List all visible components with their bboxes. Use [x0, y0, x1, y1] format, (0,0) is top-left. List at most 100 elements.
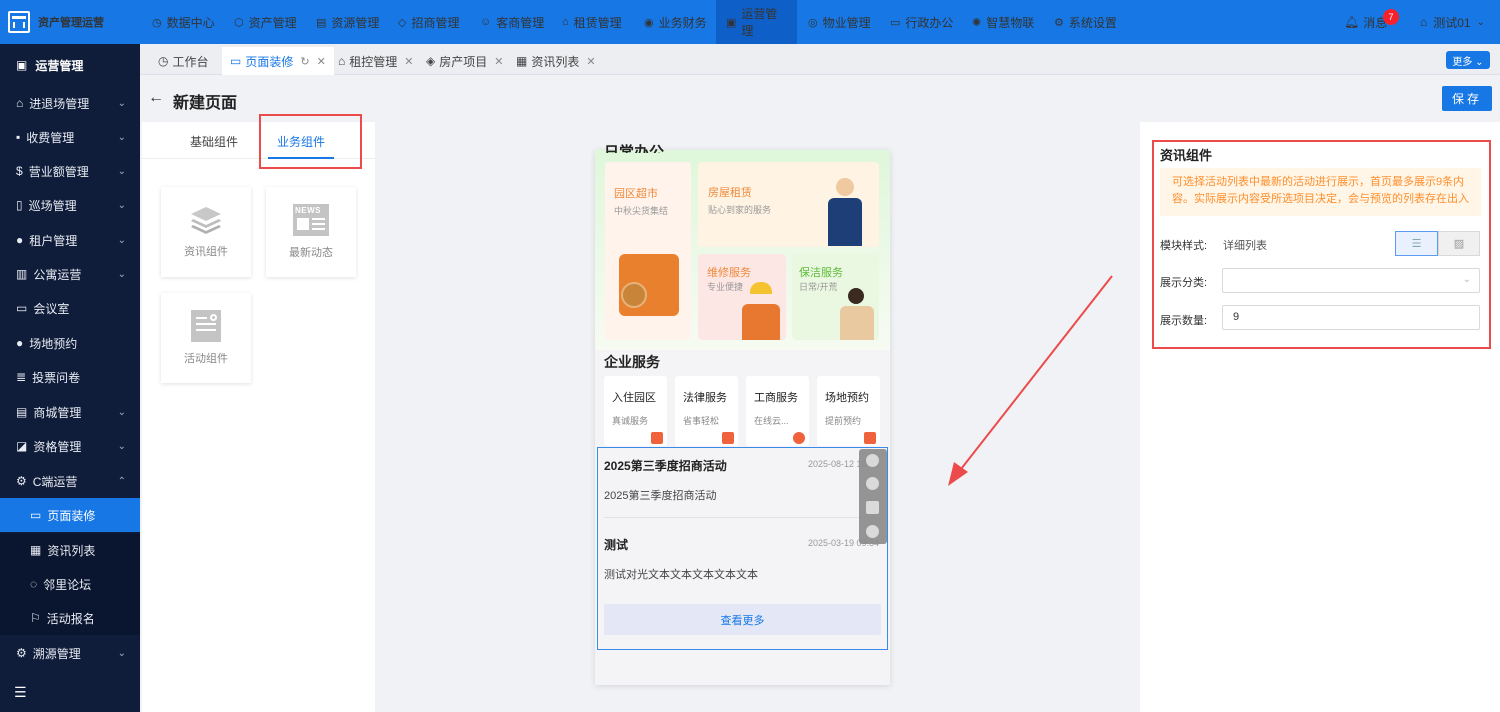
tab-basic-components[interactable]: 基础组件: [172, 133, 256, 150]
close-icon[interactable]: ✕: [586, 55, 595, 68]
style-value: 详细列表: [1223, 240, 1267, 252]
chevron-icon: ⌄: [117, 440, 126, 452]
user-menu[interactable]: ⌂ 测试01 ⌄: [1420, 0, 1485, 44]
sidebar-item-mall[interactable]: ▤ 商城管理 ⌄: [0, 395, 140, 429]
category-select[interactable]: ⌄: [1222, 268, 1480, 293]
users-icon: ☺: [480, 16, 492, 28]
sidebar-item-tenant[interactable]: ● 租户管理 ⌄: [0, 223, 140, 257]
page-icon: ▭: [30, 508, 42, 522]
section-title-office: 日常办公: [604, 144, 665, 153]
chevron-icon: ⌄: [117, 406, 126, 418]
document-icon: [651, 432, 663, 444]
refresh-icon[interactable]: ↻: [300, 55, 309, 68]
style-option-detailed-list[interactable]: ☰: [1395, 231, 1438, 256]
chart-icon: ▣: [726, 16, 737, 29]
style-label: 模块样式:: [1160, 240, 1208, 252]
style-option-card[interactable]: ▨: [1438, 231, 1480, 256]
service-card-legal[interactable]: 法律服务 省事轻松: [675, 376, 738, 446]
tab-property-project[interactable]: ◈ 房产项目 ✕: [418, 47, 511, 75]
image-icon: ▨: [1453, 238, 1465, 250]
sidebar-item-c-operation[interactable]: ⚙ C端运营 ⌃: [0, 464, 140, 498]
sidebar-item-meeting-room[interactable]: ▭ 会议室: [0, 291, 140, 325]
sidebar-subitem-forum[interactable]: ◌ 邻里论坛: [0, 567, 140, 601]
count-input[interactable]: 9: [1222, 305, 1480, 330]
topnav-item-lease[interactable]: ⌂ 租赁管理: [552, 0, 632, 44]
move-up-icon[interactable]: [866, 454, 879, 467]
close-icon[interactable]: ✕: [494, 55, 503, 68]
tile-supermarket[interactable]: 园区超市 中秋尖货集结: [605, 162, 691, 340]
move-down-icon[interactable]: [866, 477, 879, 490]
sidebar-subitem-page-decoration[interactable]: ▭ 页面装修: [0, 498, 140, 532]
monitor-icon: ▭: [890, 16, 901, 29]
view-more-button[interactable]: 查看更多: [604, 604, 881, 635]
component-card-activity[interactable]: 活动组件: [161, 293, 251, 383]
sidebar-item-vote[interactable]: ≣ 投票问卷: [0, 360, 140, 394]
app-logo[interactable]: 资产管理运营: [8, 8, 140, 36]
topnav-item-operation[interactable]: ▣ 运营管理: [716, 0, 797, 44]
component-card-news[interactable]: 资讯组件: [161, 187, 251, 277]
topnav-item-resource[interactable]: ▤ 资源管理: [306, 0, 389, 44]
map-icon: ▯: [16, 198, 23, 212]
user-bank-icon: ⌂: [1420, 15, 1428, 29]
calendar-icon: [864, 432, 876, 444]
tab-rent-control[interactable]: ⌂ 租控管理 ✕: [330, 47, 421, 75]
topnav-item-data-center[interactable]: ◷ 数据中心: [142, 0, 225, 44]
sidebar-item-qualification[interactable]: ◪ 资格管理 ⌄: [0, 429, 140, 463]
tab-news-list[interactable]: ▦ 资讯列表 ✕: [508, 47, 604, 75]
close-icon[interactable]: ✕: [404, 55, 413, 68]
sidebar-item-apartment[interactable]: ▥ 公寓运营 ⌄: [0, 257, 140, 291]
save-button[interactable]: 保存: [1442, 86, 1492, 111]
section-title-enterprise: 企业服务: [604, 354, 660, 370]
messages-button[interactable]: 🔔︎ 消息: [1344, 0, 1387, 44]
chevron-icon: ⌄: [117, 131, 126, 143]
collapse-menu-icon[interactable]: ☰: [14, 684, 27, 701]
copy-icon[interactable]: [866, 501, 879, 514]
close-icon[interactable]: ✕: [317, 55, 326, 68]
chevron-icon: ⌄: [117, 647, 126, 659]
tile-rental[interactable]: 房屋租赁 贴心到家的服务: [698, 162, 879, 247]
iot-icon: ✺: [972, 16, 982, 29]
layers-icon: ◈: [426, 54, 436, 68]
chevron-icon: ⌄: [117, 199, 126, 211]
tab-workbench[interactable]: ◷ 工作台: [150, 47, 217, 75]
back-arrow-icon[interactable]: ←: [148, 89, 164, 107]
service-card-settle[interactable]: 入住园区 真诚服务: [604, 376, 667, 446]
news-title[interactable]: 测试: [604, 536, 628, 553]
topnav-item-property[interactable]: ◎ 物业管理: [798, 0, 881, 44]
service-card-business[interactable]: 工商服务 在线云...: [746, 376, 809, 446]
wallet-icon: ▪: [16, 130, 21, 144]
delete-icon[interactable]: [866, 525, 879, 538]
chevron-icon: ⌄: [117, 234, 126, 246]
tile-cleaning[interactable]: 保洁服务 日常/开荒: [792, 254, 879, 340]
sidebar-item-patrol[interactable]: ▯ 巡场管理 ⌄: [0, 188, 140, 222]
highlight-box-business-tab: [259, 114, 362, 169]
topnav-item-iot[interactable]: ✺ 智慧物联: [962, 0, 1044, 44]
sidebar-item-charge[interactable]: ▪ 收费管理 ⌄: [0, 120, 140, 154]
chevron-icon: ⌄: [117, 165, 126, 177]
service-card-venue[interactable]: 场地预约 提前预约: [817, 376, 880, 446]
tab-page-decoration[interactable]: ▭ 页面装修 ↻ ✕: [222, 47, 334, 75]
app-name: 资产管理运营: [38, 17, 104, 29]
sidebar-item-entry-exit[interactable]: ⌂ 进退场管理 ⌄: [0, 86, 140, 120]
news-title[interactable]: 2025第三季度招商活动: [604, 457, 727, 474]
sidebar-item-traceability[interactable]: ⚙ 溯源管理 ⌄: [0, 636, 140, 670]
chevron-icon: ⌄: [117, 268, 126, 280]
chart-icon: ▣: [16, 58, 28, 72]
topnav-item-investment[interactable]: ◇ 招商管理: [388, 0, 469, 44]
chevron-down-icon: ⌄: [1476, 16, 1485, 28]
topnav-item-customer[interactable]: ☺ 客商管理: [470, 0, 554, 44]
gear-icon: ⚙: [1054, 16, 1064, 29]
topnav-item-settings[interactable]: ⚙ 系统设置: [1044, 0, 1127, 44]
gear-icon: ⚙: [16, 646, 27, 660]
sidebar-item-venue-booking[interactable]: ● 场地预约: [0, 326, 140, 360]
more-tabs-button[interactable]: 更多 ⌄: [1446, 51, 1490, 69]
sidebar-subitem-activity-signup[interactable]: ⚐ 活动报名: [0, 601, 140, 635]
topnav-item-office[interactable]: ▭ 行政办公: [880, 0, 963, 44]
agent-body: [828, 198, 862, 246]
topnav-item-finance[interactable]: ◉ 业务财务: [634, 0, 717, 44]
sidebar-item-revenue[interactable]: $ 营业额管理 ⌄: [0, 154, 140, 188]
component-card-latest[interactable]: NEWS 最新动态: [266, 187, 356, 277]
tile-repair[interactable]: 维修服务 专业便捷: [698, 254, 786, 340]
topnav-item-asset[interactable]: ⬡ 资产管理: [224, 0, 307, 44]
sidebar-subitem-news-list[interactable]: ▦ 资讯列表: [0, 533, 140, 567]
